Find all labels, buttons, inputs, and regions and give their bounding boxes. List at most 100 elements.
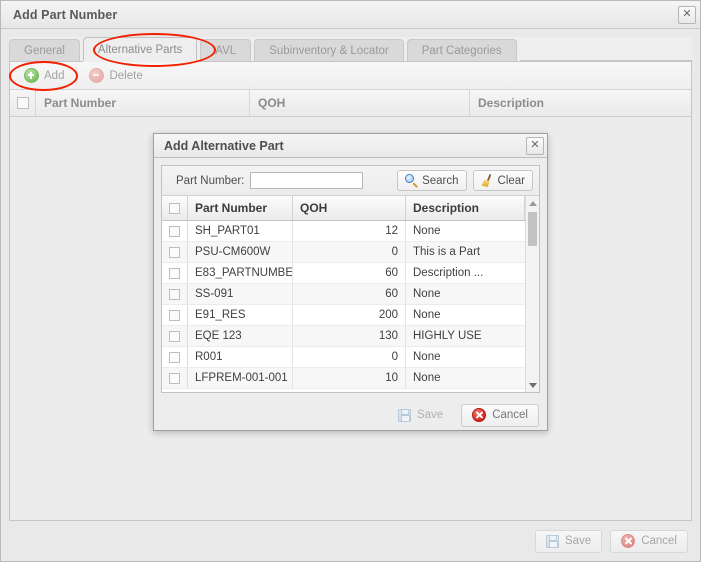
- cell-description: None: [413, 351, 441, 363]
- close-icon[interactable]: ✕: [526, 136, 544, 155]
- search-button-label: Search: [422, 174, 459, 187]
- dialog-content-frame: Part Number: Search Clear Part Number QO…: [161, 165, 540, 393]
- cell-qoh: 10: [293, 368, 406, 388]
- column-header-part-number[interactable]: Part Number: [188, 196, 293, 220]
- tab-strip: General Alternative Parts AVL Subinvento…: [9, 37, 692, 62]
- tab-general[interactable]: General: [9, 39, 80, 61]
- add-button[interactable]: Add: [16, 65, 72, 86]
- dialog-save-button[interactable]: Save: [387, 404, 454, 427]
- close-icon[interactable]: ✕: [678, 5, 696, 24]
- select-all-checkbox[interactable]: [16, 97, 29, 109]
- table-row[interactable]: SH_PART01 12 None: [162, 221, 539, 242]
- cell-description: None: [413, 372, 441, 384]
- row-checkbox[interactable]: [169, 351, 180, 363]
- cell-description: Description ...: [413, 267, 484, 279]
- table-row[interactable]: E91_RES 200 None: [162, 305, 539, 326]
- window-cancel-button[interactable]: Cancel: [610, 529, 688, 553]
- table-row[interactable]: SS-091 60 None: [162, 284, 539, 305]
- tab-part-categories-label: Part Categories: [421, 44, 502, 57]
- scroll-up-arrow-icon[interactable]: [526, 196, 539, 210]
- column-header-part-number[interactable]: Part Number: [36, 90, 250, 116]
- dialog-save-label: Save: [416, 409, 444, 421]
- window-save-button[interactable]: Save: [534, 529, 603, 553]
- dialog-titlebar: Add Alternative Part ✕: [154, 134, 547, 158]
- dialog-title: Add Alternative Part: [164, 138, 284, 153]
- cell-description: None: [413, 225, 441, 237]
- results-rows: SH_PART01 12 None PSU-CM600W 0 This is a Part…: [162, 221, 539, 392]
- part-number-search-input[interactable]: [250, 172, 364, 189]
- row-select-cell: [162, 263, 188, 283]
- window-cancel-label: Cancel: [641, 535, 677, 547]
- window-title: Add Part Number: [13, 7, 118, 22]
- row-checkbox[interactable]: [169, 309, 180, 321]
- toolbar-separator: [76, 66, 78, 85]
- row-checkbox[interactable]: [169, 372, 180, 384]
- table-row[interactable]: R001 0 None: [162, 347, 539, 368]
- cell-qoh: 200: [293, 305, 406, 325]
- cell-description: HIGHLY USE: [413, 330, 482, 342]
- magnifier-icon: [405, 174, 418, 187]
- cell-part-number: PSU-CM600W: [188, 242, 293, 262]
- tab-subinventory-locator[interactable]: Subinventory & Locator: [254, 39, 404, 61]
- cell-description: None: [413, 309, 441, 321]
- select-all-header-cell: [162, 196, 188, 220]
- select-all-checkbox[interactable]: [169, 202, 180, 214]
- dialog-body: Part Number: Search Clear Part Number QO…: [154, 158, 547, 400]
- cancel-circle-icon: [621, 534, 636, 548]
- row-checkbox[interactable]: [169, 267, 180, 279]
- part-number-label: Part Number:: [176, 174, 245, 187]
- add-circle-icon: [24, 68, 39, 83]
- scroll-down-arrow-icon[interactable]: [526, 378, 539, 392]
- cell-description: This is a Part: [413, 246, 481, 258]
- dialog-cancel-label: Cancel: [492, 409, 528, 421]
- clear-button-label: Clear: [497, 174, 525, 187]
- tab-general-label: General: [24, 44, 65, 57]
- window-save-label: Save: [564, 535, 592, 547]
- row-checkbox[interactable]: [169, 225, 180, 237]
- cell-qoh: 12: [293, 221, 406, 241]
- scrollbar-thumb[interactable]: [528, 212, 537, 246]
- cell-qoh: 130: [293, 326, 406, 346]
- cell-qoh: 60: [293, 263, 406, 283]
- delete-button[interactable]: Delete: [81, 65, 150, 86]
- row-select-cell: [162, 284, 188, 304]
- clear-button[interactable]: Clear: [472, 170, 533, 191]
- column-header-description[interactable]: Description: [470, 90, 691, 116]
- window-footer: Save Cancel: [1, 521, 700, 561]
- dialog-footer: Save Cancel: [154, 400, 547, 430]
- cell-qoh: 0: [293, 242, 406, 262]
- search-button[interactable]: Search: [397, 170, 467, 191]
- table-row[interactable]: PSU-CM600W 0 This is a Part: [162, 242, 539, 263]
- table-row[interactable]: E83_PARTNUMBER...60 Description ...: [162, 263, 539, 284]
- column-header-qoh[interactable]: QOH: [250, 90, 470, 116]
- column-header-qoh[interactable]: QOH: [293, 196, 406, 220]
- cell-qoh: 0: [293, 347, 406, 367]
- cell-part-number: EQE 123: [188, 326, 293, 346]
- cancel-circle-icon: [472, 408, 487, 422]
- table-row[interactable]: LFPREM-001-001 10 None: [162, 368, 539, 389]
- tab-part-categories[interactable]: Part Categories: [406, 39, 517, 61]
- search-bar: Part Number: Search Clear: [162, 166, 539, 196]
- row-select-cell: [162, 347, 188, 367]
- dialog-cancel-button[interactable]: Cancel: [461, 403, 539, 427]
- grid-header-row: Part Number QOH Description: [10, 90, 691, 117]
- table-row[interactable]: EQE 123 130 HIGHLY USE: [162, 326, 539, 347]
- row-select-cell: [162, 305, 188, 325]
- tab-alternative-parts[interactable]: Alternative Parts: [82, 37, 198, 61]
- floppy-disk-icon: [545, 534, 559, 548]
- add-alternative-part-dialog: Add Alternative Part ✕ Part Number: Sear…: [153, 133, 548, 431]
- tab-strip-filler: [519, 38, 692, 61]
- cell-part-number: SS-091: [188, 284, 293, 304]
- broom-icon: [481, 174, 494, 187]
- cell-part-number: R001: [188, 347, 293, 367]
- scrollbar-track[interactable]: [526, 210, 539, 378]
- row-checkbox[interactable]: [169, 288, 180, 300]
- column-header-description[interactable]: Description: [406, 196, 525, 220]
- add-button-label: Add: [44, 69, 65, 82]
- row-checkbox[interactable]: [169, 246, 180, 258]
- cell-part-number: E83_PARTNUMBER...: [188, 263, 293, 283]
- results-vertical-scrollbar[interactable]: [525, 196, 539, 392]
- tab-avl[interactable]: AVL: [200, 39, 252, 61]
- row-checkbox[interactable]: [169, 330, 180, 342]
- delete-button-label: Delete: [109, 69, 143, 82]
